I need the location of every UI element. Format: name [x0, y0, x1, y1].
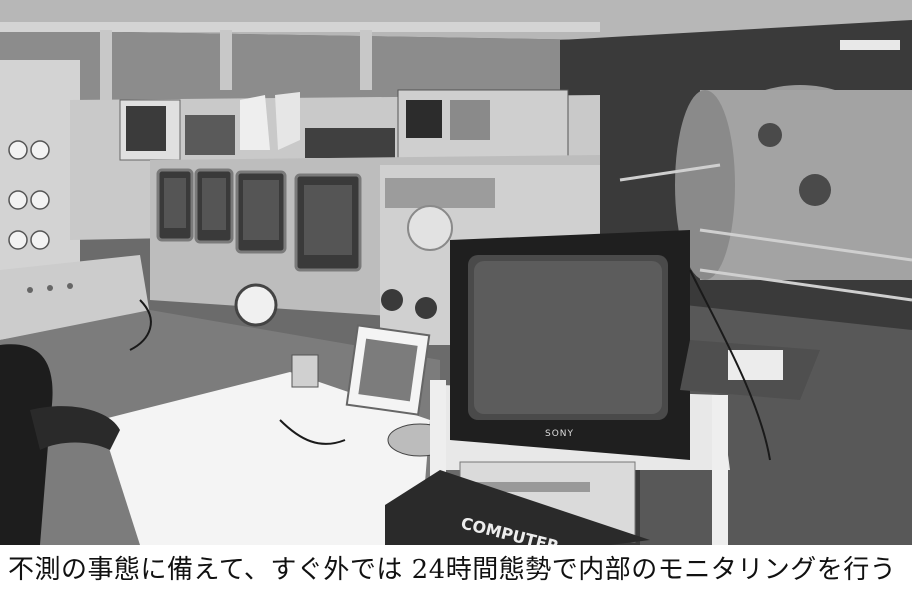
page-frame: COMPUTER SONY 不測の事態に備えて、すぐ外では 24時間態勢で内部の… — [0, 0, 912, 596]
photo-caption: 不測の事態に備えて、すぐ外では 24時間態勢で内部のモニタリングを行う — [0, 545, 912, 596]
control-room-photo: COMPUTER SONY — [0, 0, 912, 545]
tv-brand-label: SONY — [545, 429, 574, 439]
